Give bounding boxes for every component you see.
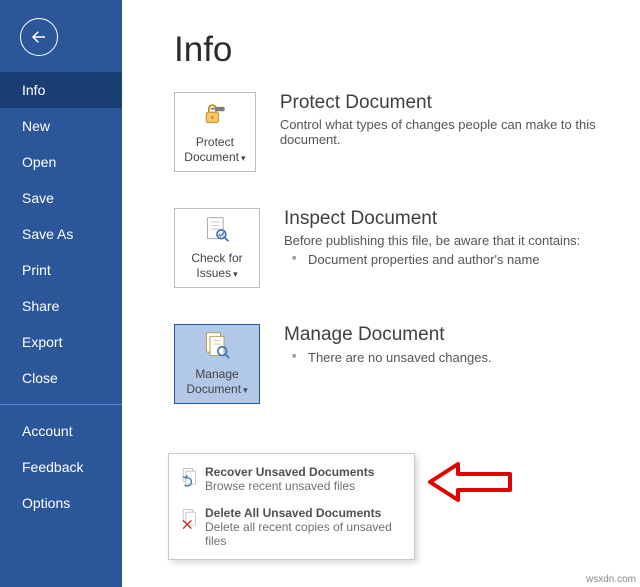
sidebar-item-print[interactable]: Print <box>0 252 122 288</box>
protect-section: Protect Document▾ Protect Document Contr… <box>174 92 640 172</box>
delete-unsaved-documents-item[interactable]: Delete All Unsaved Documents Delete all … <box>169 500 414 554</box>
sidebar-item-feedback[interactable]: Feedback <box>0 449 122 485</box>
dropdown-item-subtitle: Browse recent unsaved files <box>205 479 374 493</box>
manage-document-button[interactable]: Manage Document▾ <box>174 324 260 404</box>
sidebar-separator <box>0 404 122 405</box>
sidebar-item-export[interactable]: Export <box>0 324 122 360</box>
manage-document-dropdown: Recover Unsaved Documents Browse recent … <box>168 453 415 560</box>
manage-document-icon <box>203 331 231 363</box>
section-body: Before publishing this file, be aware th… <box>284 233 580 248</box>
tile-label: Check for <box>191 251 242 265</box>
protect-document-button[interactable]: Protect Document▾ <box>174 92 256 172</box>
sidebar-item-new[interactable]: New <box>0 108 122 144</box>
section-body: Control what types of changes people can… <box>280 117 640 147</box>
tile-label: Manage <box>195 367 238 381</box>
protect-document-icon <box>201 99 229 131</box>
protect-description: Protect Document Control what types of c… <box>280 92 640 147</box>
watermark: wsxdn.com <box>586 574 636 585</box>
sidebar-item-open[interactable]: Open <box>0 144 122 180</box>
dropdown-item-subtitle: Delete all recent copies of unsaved file… <box>205 520 404 548</box>
tile-label: Document <box>186 382 241 396</box>
back-arrow-icon <box>30 28 48 46</box>
check-for-issues-icon <box>203 215 231 247</box>
section-heading: Inspect Document <box>284 208 580 230</box>
inspect-bullet: Document properties and author's name <box>284 252 580 267</box>
sidebar-item-share[interactable]: Share <box>0 288 122 324</box>
sidebar-item-info[interactable]: Info <box>0 72 122 108</box>
inspect-section: Check for Issues▾ Inspect Document Befor… <box>174 208 640 288</box>
manage-section: Manage Document▾ Manage Document There a… <box>174 324 640 404</box>
dropdown-item-title: Delete All Unsaved Documents <box>205 506 404 520</box>
back-button[interactable] <box>20 18 58 56</box>
check-for-issues-button[interactable]: Check for Issues▾ <box>174 208 260 288</box>
dropdown-item-title: Recover Unsaved Documents <box>205 465 374 479</box>
inspect-description: Inspect Document Before publishing this … <box>284 208 580 267</box>
tile-label: Protect <box>196 135 234 149</box>
sidebar-item-close[interactable]: Close <box>0 360 122 396</box>
manage-bullet: There are no unsaved changes. <box>284 350 492 365</box>
tile-label: Document <box>184 150 239 164</box>
dropdown-caret-icon: ▾ <box>233 269 238 279</box>
delete-documents-icon <box>179 508 205 535</box>
dropdown-caret-icon: ▾ <box>241 153 246 163</box>
sidebar-item-options[interactable]: Options <box>0 485 122 521</box>
dropdown-caret-icon: ▾ <box>243 385 248 395</box>
recover-unsaved-documents-item[interactable]: Recover Unsaved Documents Browse recent … <box>169 459 414 500</box>
section-heading: Manage Document <box>284 324 492 346</box>
manage-description: Manage Document There are no unsaved cha… <box>284 324 492 365</box>
section-heading: Protect Document <box>280 92 640 114</box>
sidebar-item-save-as[interactable]: Save As <box>0 216 122 252</box>
sidebar-item-account[interactable]: Account <box>0 413 122 449</box>
page-title: Info <box>174 30 640 70</box>
tile-label: Issues <box>196 266 231 280</box>
backstage-sidebar: Info New Open Save Save As Print Share E… <box>0 0 122 587</box>
recover-documents-icon <box>179 467 205 494</box>
sidebar-item-save[interactable]: Save <box>0 180 122 216</box>
